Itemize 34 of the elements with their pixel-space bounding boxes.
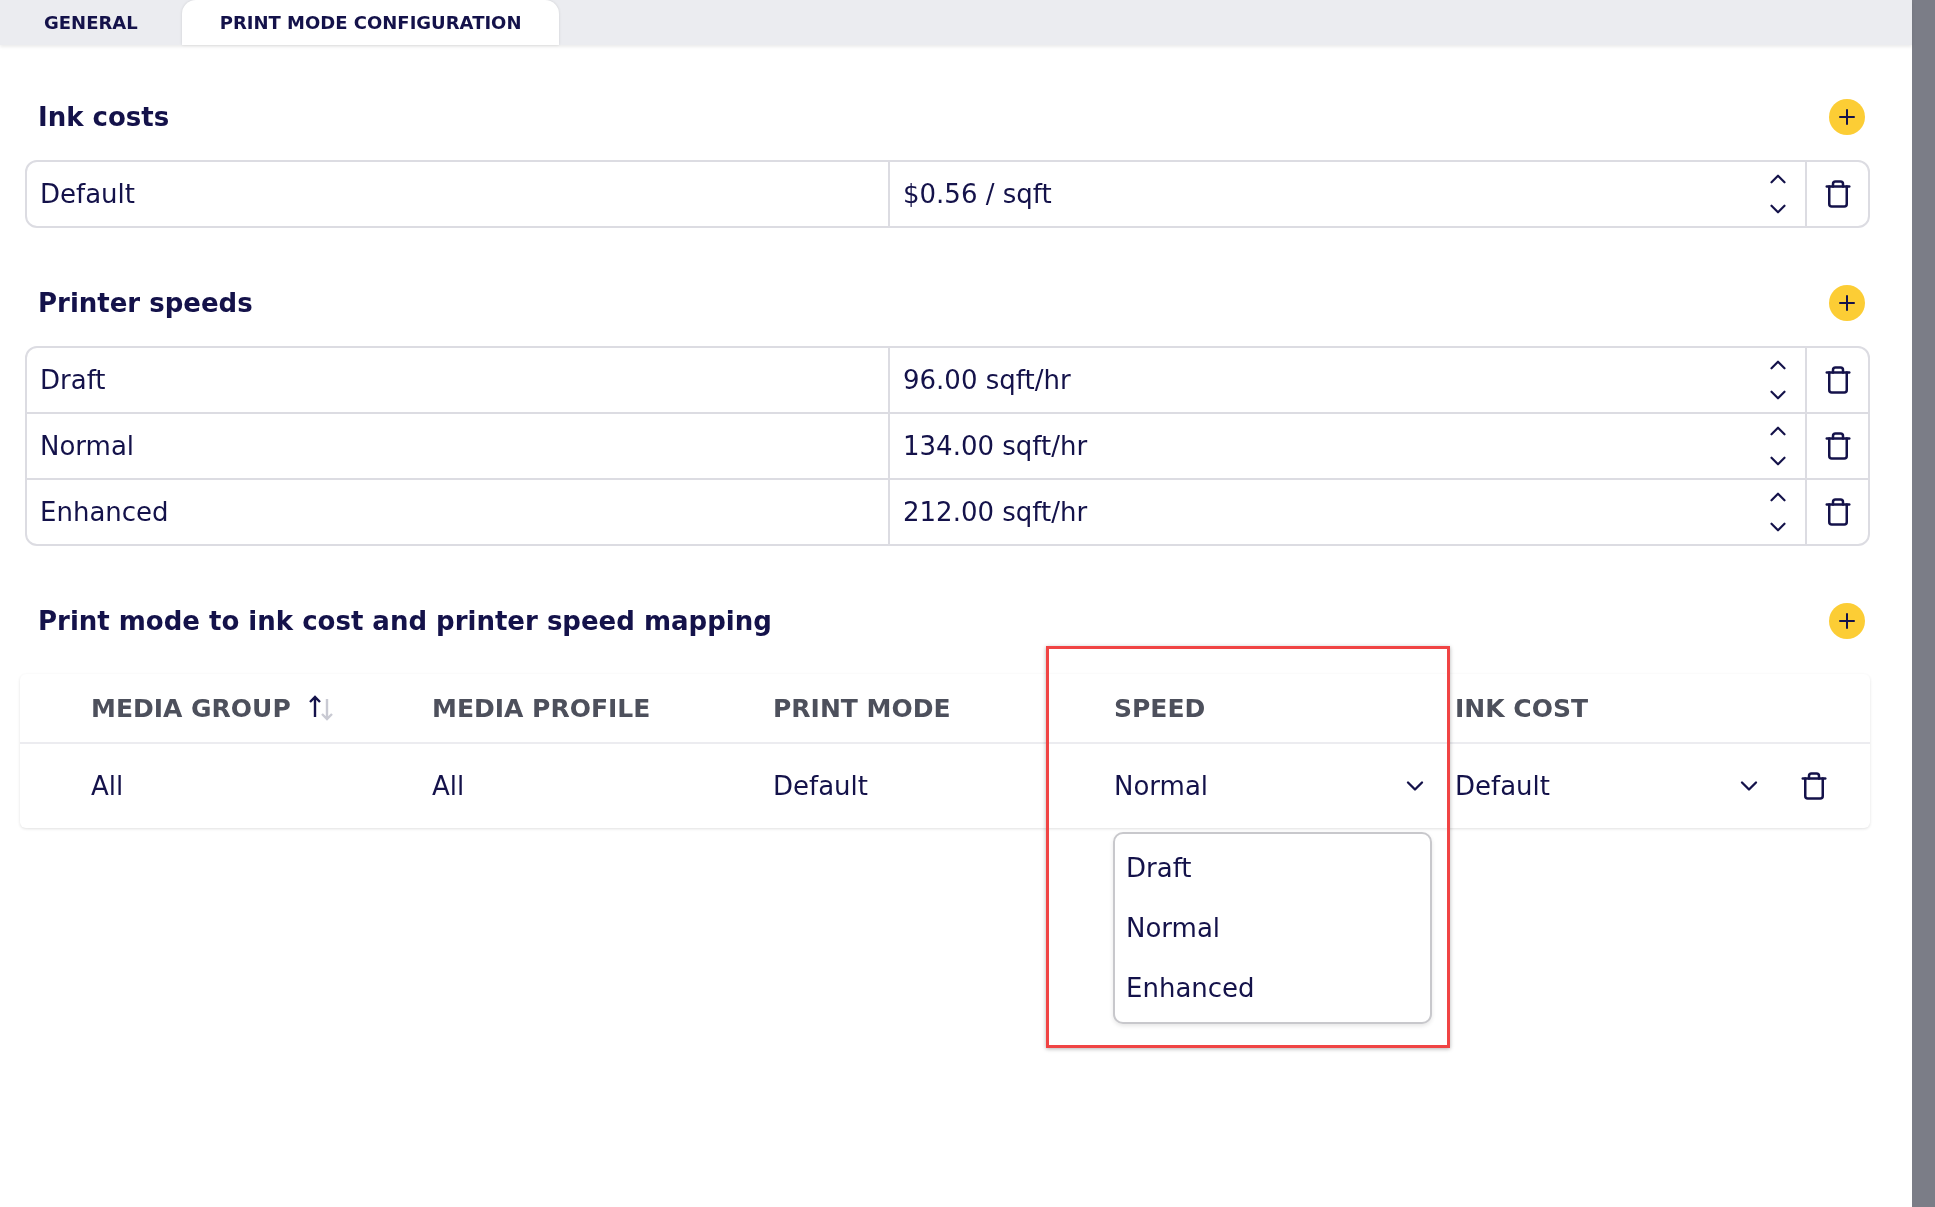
column-header: INK COST (1455, 693, 1588, 723)
tab[interactable]: GENERAL (6, 0, 176, 45)
value-text: $0.56 / sqft (903, 179, 1052, 209)
value-field[interactable]: $0.56 / sqft (890, 162, 1807, 226)
tab[interactable]: PRINT MODE CONFIGURATION (181, 0, 560, 45)
section-title: Printer speeds (38, 288, 253, 318)
column-header: PRINT MODE (773, 693, 951, 723)
column-header: MEDIA GROUP (91, 693, 291, 723)
dropdown-option[interactable]: Enhanced (1115, 958, 1430, 1018)
value-field[interactable]: 212.00 sqft/hr (890, 480, 1807, 544)
column-header: MEDIA PROFILE (432, 693, 651, 723)
dropdown-option[interactable]: Draft (1115, 838, 1430, 898)
name-field[interactable]: Default (27, 162, 890, 226)
value-text: 212.00 sqft/hr (903, 497, 1088, 527)
table-cell-text: All (432, 771, 466, 801)
trash-icon[interactable] (1799, 771, 1829, 801)
add-button[interactable] (1829, 285, 1865, 321)
value-text: 134.00 sqft/hr (903, 431, 1088, 461)
add-button[interactable] (1829, 99, 1865, 135)
section-title: Print mode to ink cost and printer speed mapping (38, 606, 772, 636)
table-cell-text: All (91, 771, 125, 801)
value-text: 96.00 sqft/hr (903, 365, 1071, 395)
section-title: Ink costs (38, 102, 170, 132)
add-button[interactable] (1829, 603, 1865, 639)
name-field[interactable]: Enhanced (27, 480, 890, 544)
dropdown-option[interactable]: Normal (1115, 898, 1430, 958)
name-field[interactable]: Draft (27, 348, 890, 412)
ink-cost-select[interactable]: Default (1455, 771, 1789, 801)
value-field[interactable]: 96.00 sqft/hr (890, 348, 1807, 412)
value-field[interactable]: 134.00 sqft/hr (890, 414, 1807, 478)
name-field[interactable]: Normal (27, 414, 890, 478)
speed-select[interactable]: Normal (1114, 771, 1455, 801)
table-cell-text: Default (773, 771, 869, 801)
column-header: SPEED (1114, 693, 1206, 723)
